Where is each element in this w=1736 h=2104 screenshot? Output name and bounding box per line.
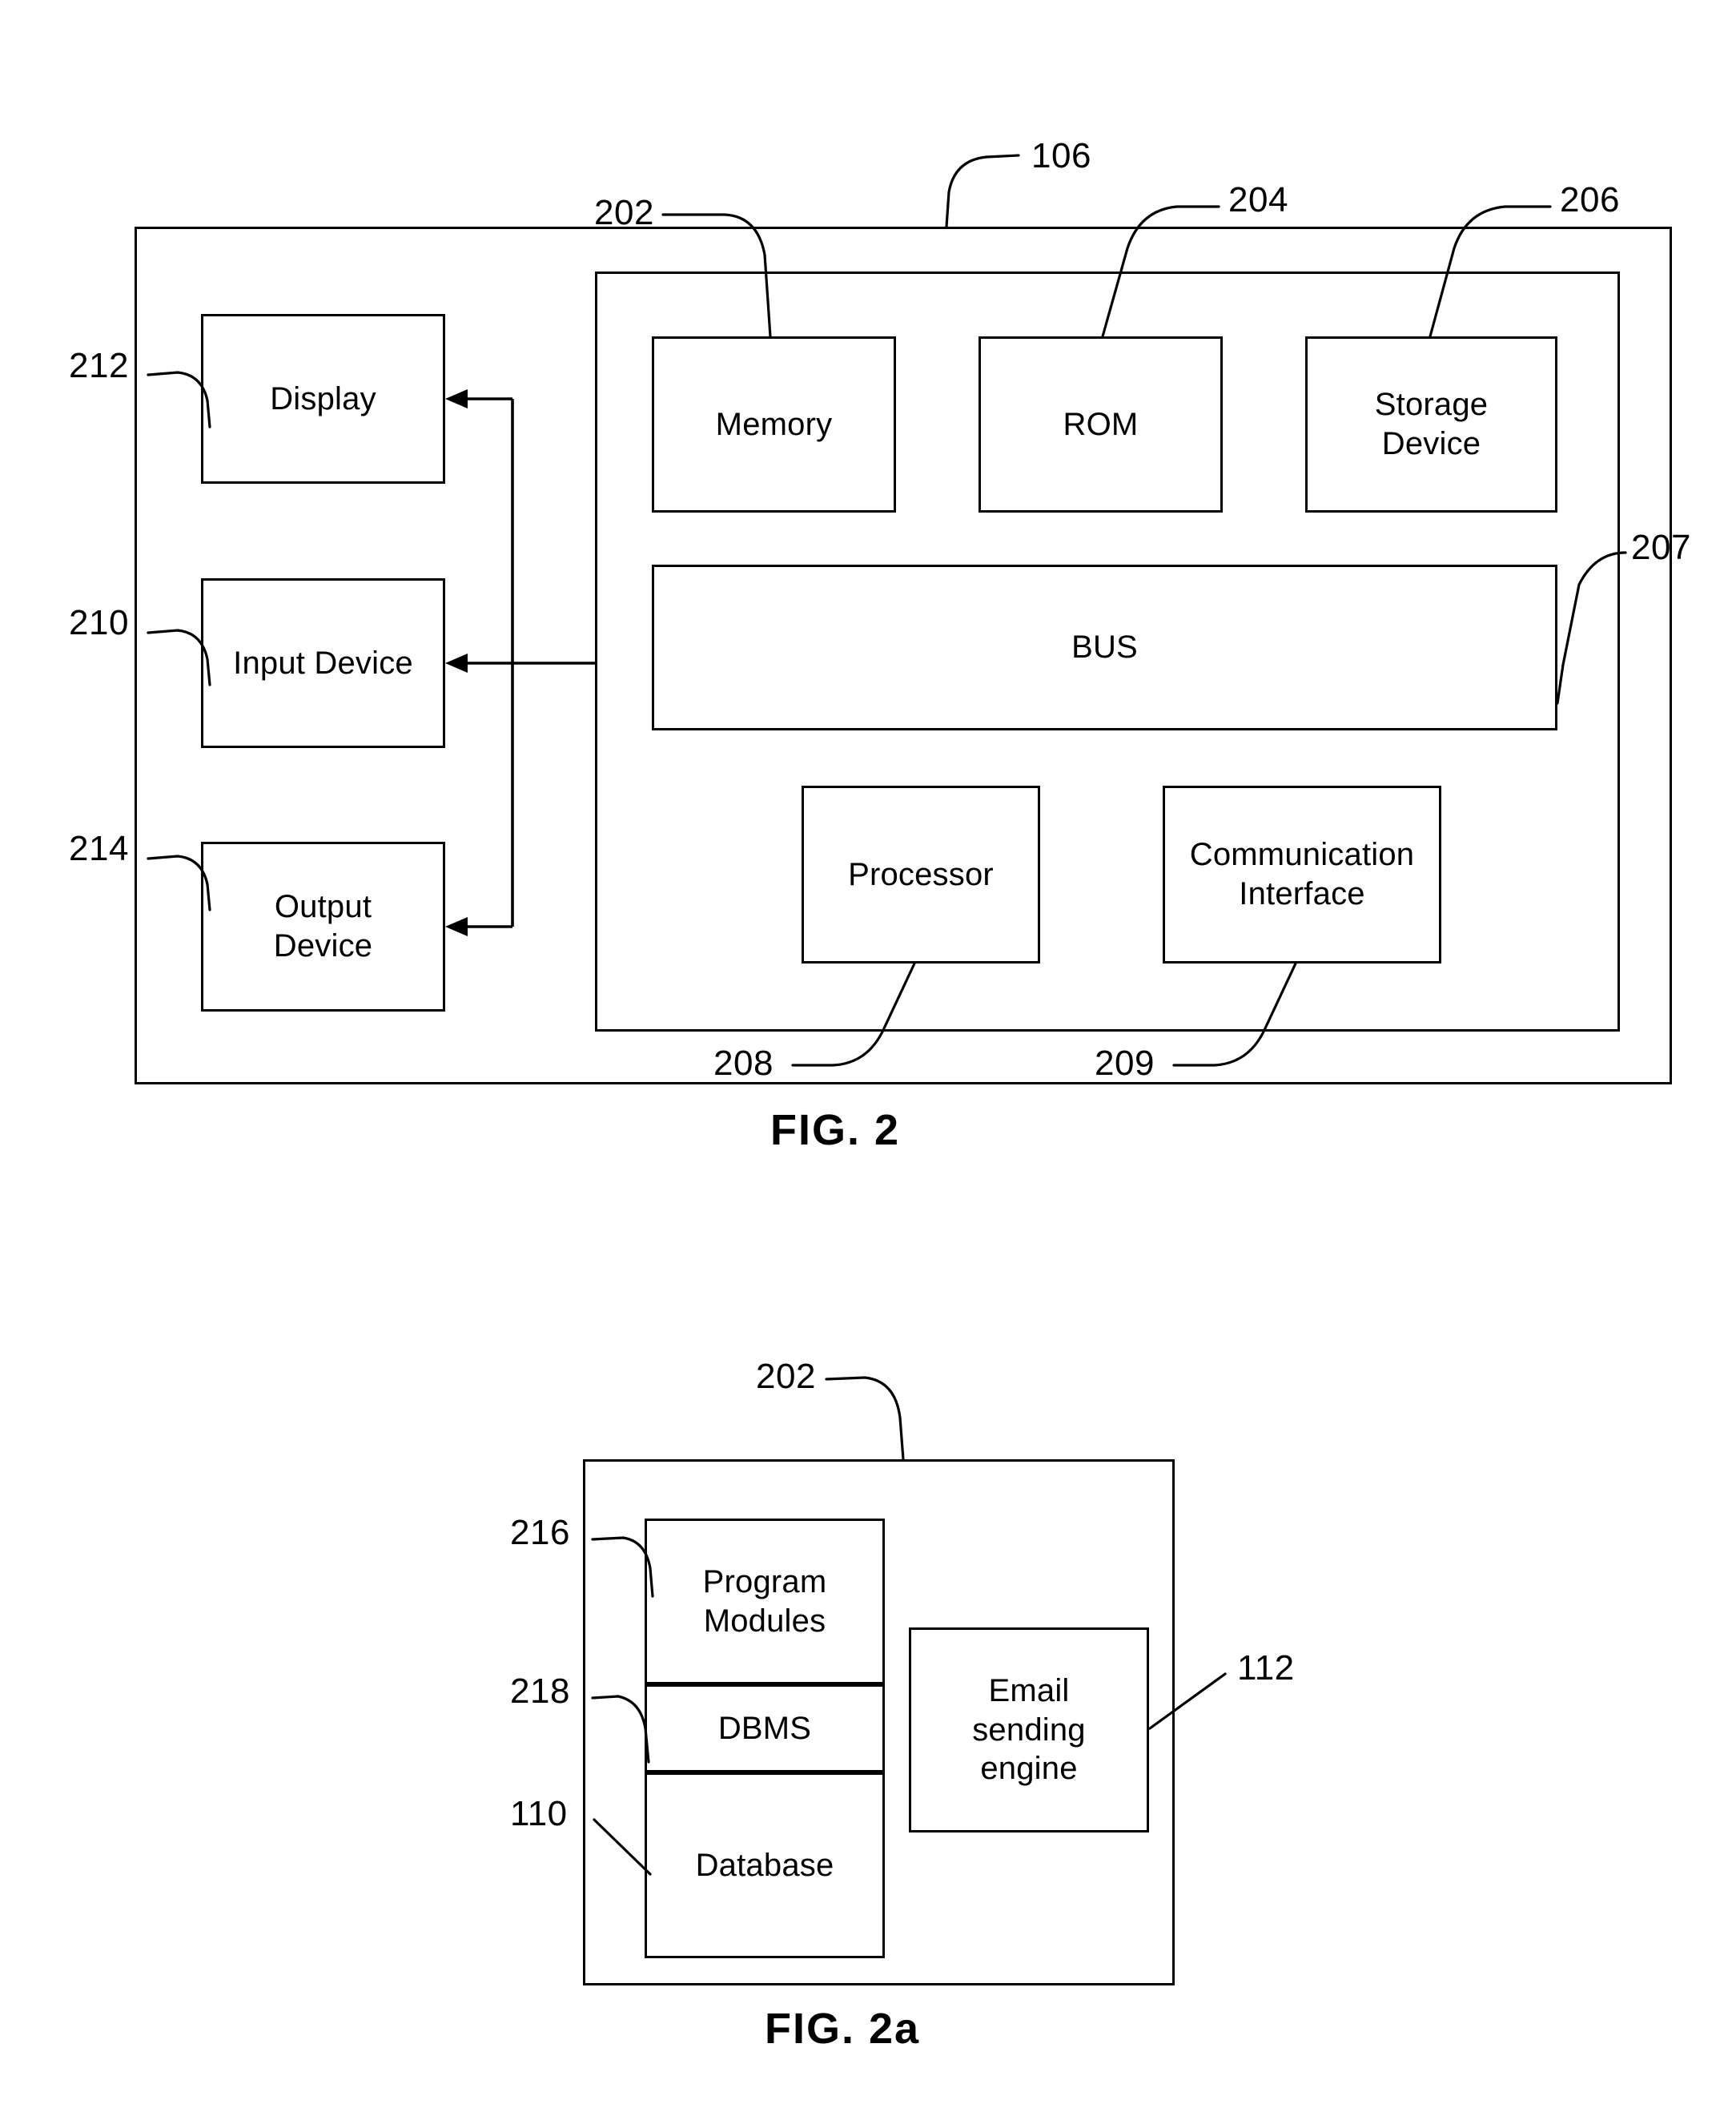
patent-drawing-sheet: Display Input Device Output Device Memor… (0, 0, 1736, 2104)
fig2-ref-214: 214 (69, 829, 129, 868)
fig2-ref-210: 210 (69, 603, 129, 642)
fig2a-ref-202: 202 (756, 1357, 816, 1396)
fig2-ref-212: 212 (69, 346, 129, 385)
fig2-storage-device-label: Storage Device (1368, 385, 1495, 464)
leader-202-fig2a (825, 1376, 905, 1461)
fig2-display-label: Display (270, 380, 376, 416)
fig2a-email-sending-engine-label: Email sending engine (966, 1672, 1092, 1788)
fig2-output-device-label: Output Device (267, 887, 379, 966)
fig2a-dbms-label: DBMS (717, 1710, 812, 1746)
fig2a-program-modules-label: Program Modules (697, 1563, 834, 1641)
fig2-ref-202: 202 (594, 193, 654, 232)
fig2a-program-modules-line1: Program (702, 1563, 827, 1599)
fig2-box-output-device: Output Device (201, 842, 445, 1012)
fig2-rom-label: ROM (1063, 406, 1139, 442)
fig2a-ref-110: 110 (510, 1794, 568, 1833)
fig2-bus-label: BUS (1071, 630, 1138, 666)
leader-106 (945, 154, 1020, 228)
fig2-box-bus: BUS (652, 565, 1557, 730)
fig2-output-device-line2: Device (273, 928, 373, 963)
fig2-input-device-label: Input Device (233, 645, 413, 681)
fig2a-box-database: Database (645, 1772, 885, 1958)
fig2-box-storage-device: Storage Device (1305, 336, 1557, 513)
fig2-storage-line1: Storage (1374, 387, 1489, 423)
fig2a-database-label: Database (695, 1847, 834, 1883)
fig2-box-processor: Processor (802, 786, 1040, 963)
fig2-memory-label: Memory (715, 406, 833, 442)
fig2-ref-207: 207 (1631, 528, 1691, 567)
fig2a-email-line2: sending (972, 1712, 1086, 1748)
fig2-processor-label: Processor (848, 856, 994, 892)
fig2-comm-line1: Communication (1189, 837, 1415, 873)
fig2a-program-modules-line2: Modules (703, 1603, 826, 1639)
fig2-box-display: Display (201, 314, 445, 484)
fig2-ref-106: 106 (1031, 136, 1091, 175)
fig2a-box-program-modules: Program Modules (645, 1519, 885, 1684)
fig2a-box-dbms: DBMS (645, 1684, 885, 1772)
fig2a-ref-112: 112 (1237, 1648, 1295, 1688)
fig2-ref-209: 209 (1095, 1044, 1155, 1083)
fig2-storage-line2: Device (1381, 426, 1481, 461)
fig2-comm-line2: Interface (1239, 876, 1365, 911)
fig2-communication-interface-label: Communication Interface (1183, 835, 1421, 914)
fig2-box-input-device: Input Device (201, 578, 445, 748)
fig2-caption: FIG. 2 (770, 1106, 901, 1154)
fig2a-ref-218: 218 (510, 1672, 570, 1711)
fig2a-caption: FIG. 2a (765, 2005, 921, 2053)
fig2-box-rom: ROM (979, 336, 1223, 513)
fig2a-ref-216: 216 (510, 1513, 570, 1552)
fig2a-box-email-sending-engine: Email sending engine (909, 1627, 1149, 1832)
fig2-ref-206: 206 (1560, 180, 1620, 219)
fig2-box-communication-interface: Communication Interface (1163, 786, 1441, 963)
fig2-box-memory: Memory (652, 336, 896, 513)
fig2-output-device-line1: Output (274, 889, 372, 925)
fig2-ref-208: 208 (713, 1044, 774, 1083)
fig2a-email-line1: Email (988, 1672, 1070, 1708)
fig2a-email-line3: engine (980, 1751, 1078, 1787)
fig2-ref-204: 204 (1228, 180, 1288, 219)
